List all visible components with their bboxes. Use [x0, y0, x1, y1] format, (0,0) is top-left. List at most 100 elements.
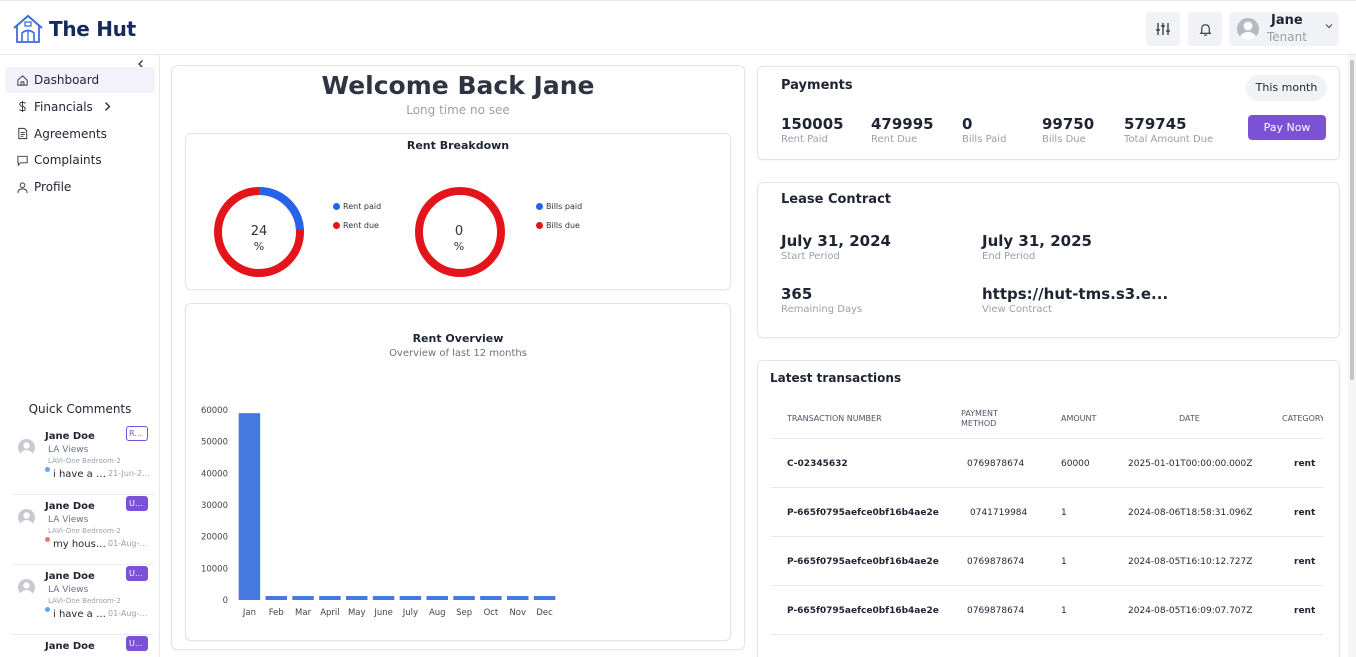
remaining-days-value: 365 [781, 285, 813, 303]
status-badge: Un... [126, 636, 148, 651]
stat-bills-paid: 0 Bills Paid [962, 115, 1006, 145]
col-amount: AMOUNT [1061, 414, 1097, 423]
bar-jan[interactable] [238, 413, 261, 600]
sidebar-item-label: Agreements [34, 126, 107, 141]
bills-legend: Bills paid Bills due [536, 201, 582, 239]
bar-dec[interactable] [533, 596, 556, 600]
stat-label: Bills Paid [962, 134, 1007, 145]
sidebar-item-agreements[interactable]: Agreements [5, 121, 155, 147]
legend-label: Rent due [343, 220, 379, 230]
bar-oct[interactable] [480, 596, 502, 600]
list-item[interactable]: Jane Doe Re... LA Views LAVi-One Bedroom… [12, 425, 154, 495]
table-row[interactable]: P-665f0795aefce0bf16b4ae2e 0741719984 1 … [771, 488, 1323, 537]
bar-feb[interactable] [265, 596, 287, 600]
sidebar-item-financials[interactable]: Financials [5, 94, 155, 120]
remaining-days-label: Remaining Days [781, 304, 863, 315]
chevron-right-icon [104, 102, 111, 112]
cell-amount: 1 [1061, 606, 1067, 616]
x-tick-label: Nov [509, 608, 526, 618]
comment-text: i have a pr... [53, 469, 108, 480]
sidebar-item-profile[interactable]: Profile [5, 174, 155, 200]
rent-overview-card: Rent Overview Overview of last 12 months… [185, 303, 731, 641]
user-menu[interactable]: Jane Tenant [1229, 12, 1339, 46]
legend-dot [333, 202, 340, 210]
y-tick-label: 40000 [201, 469, 228, 479]
list-item[interactable]: Jane Doe Un... LA Views LAVi-One Bedroom… [12, 495, 154, 565]
table-row[interactable]: C-02345632 0769878674 60000 2025-01-01T0… [771, 439, 1323, 488]
stat-label: Rent Paid [781, 134, 828, 145]
user-name: Jane [1271, 13, 1303, 28]
comment-author: Jane Doe [45, 501, 95, 512]
x-tick-label: June [373, 608, 393, 618]
app-root: The Hut Jane Tenant Dashboard Financials… [0, 0, 1356, 657]
logo[interactable]: The Hut [12, 13, 136, 45]
list-item[interactable]: Jane Doe Un... [12, 635, 154, 657]
legend-item[interactable]: Bills paid [536, 201, 582, 211]
x-tick-label: April [320, 608, 339, 618]
scrollbar-thumb[interactable] [1350, 60, 1354, 380]
bar-april[interactable] [319, 596, 341, 600]
comment-author: Jane Doe [45, 431, 95, 442]
stat-value: 0 [962, 115, 973, 133]
x-tick-label: Aug [429, 608, 446, 618]
quick-comments-list: Jane Doe Re... LA Views LAVi-One Bedroom… [12, 425, 154, 657]
bar-june[interactable] [372, 596, 395, 600]
period-selector[interactable]: This month [1246, 75, 1327, 101]
bar-nov[interactable] [507, 596, 529, 600]
table-row[interactable]: P-665f0795aefce0bf16b4ae2e 0769878674 1 … [771, 586, 1323, 635]
cell-amount: 60000 [1061, 459, 1090, 469]
comment-text: my house ... [53, 539, 108, 550]
filter-settings-button[interactable] [1146, 12, 1180, 46]
bar-may[interactable] [346, 596, 368, 600]
rent-percent-unit: % [253, 240, 265, 253]
chart-title: Rent Overview [412, 332, 504, 345]
home-icon [17, 74, 28, 86]
cell-date: 2024-08-05T16:09:07.707Z [1128, 606, 1253, 616]
y-tick-label: 60000 [201, 406, 228, 416]
bar-aug[interactable] [426, 596, 448, 600]
table-row[interactable]: P-665f0795aefce0bf16b4ae2e 0769878674 1 … [771, 537, 1323, 586]
contract-url[interactable]: https://hut-tms.s3.e... [982, 285, 1168, 303]
legend-dot [536, 202, 543, 210]
dollar-icon [19, 101, 26, 113]
col-category: CATEGORY [1282, 414, 1323, 423]
page-scrollbar[interactable] [1348, 55, 1356, 657]
page-subtitle: Long time no see [406, 103, 510, 117]
stat-value: 479995 [871, 115, 934, 133]
bar-july[interactable] [399, 596, 422, 600]
status-dot [45, 537, 50, 542]
stat-value: 99750 [1042, 115, 1095, 133]
cell-category: rent [1294, 557, 1316, 567]
comment-text: i have a ra... [53, 609, 108, 620]
status-badge: Un... [126, 496, 148, 511]
comment-property: LA Views [48, 515, 89, 525]
legend-label: Bills paid [546, 201, 583, 211]
lease-contract-card: Lease Contract July 31, 2024 Start Perio… [757, 182, 1340, 338]
bar-sep[interactable] [453, 596, 475, 600]
legend-item[interactable]: Rent paid [333, 201, 381, 211]
y-tick-label: 0 [223, 596, 228, 606]
col-payment-method: PAYMENT METHOD [961, 409, 998, 428]
cell-date: 2025-01-01T00:00:00.000Z [1128, 459, 1253, 469]
legend-item[interactable]: Bills due [536, 220, 582, 230]
x-tick-label: Sep [456, 608, 472, 618]
comment-author: Jane Doe [45, 571, 95, 582]
sidebar-item-complaints[interactable]: Complaints [5, 147, 155, 173]
lease-end-value: July 31, 2025 [982, 232, 1092, 250]
stat-value: 579745 [1124, 115, 1187, 133]
x-tick-label: Dec [536, 608, 553, 618]
bar-mar[interactable] [292, 596, 314, 600]
sidebar-item-dashboard[interactable]: Dashboard [5, 67, 155, 93]
status-badge: Un... [126, 566, 148, 581]
list-item[interactable]: Jane Doe Un... LA Views LAVi-One Bedroom… [12, 565, 154, 635]
notifications-button[interactable] [1188, 12, 1222, 46]
chart-subtitle: Overview of last 12 months [389, 348, 527, 359]
legend-item[interactable]: Rent due [333, 220, 381, 230]
col-date: DATE [1179, 414, 1200, 423]
lease-start-value: July 31, 2024 [781, 232, 891, 250]
cell-payment-method: 0769878674 [967, 606, 1025, 616]
pay-now-button[interactable]: Pay Now [1248, 115, 1326, 140]
lease-contract-link[interactable]: https://hut-tms.s3.e... View Contract [982, 285, 1168, 315]
sidebar-nav: Dashboard Financials Agreements Complain… [5, 67, 155, 201]
quick-comments-title: Quick Comments [28, 402, 132, 416]
